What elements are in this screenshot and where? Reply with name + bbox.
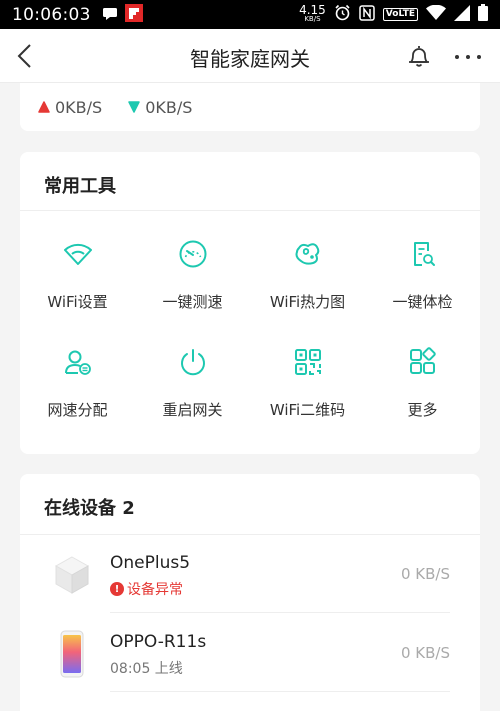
signal-icon	[454, 4, 470, 25]
tool-label: 网速分配	[47, 401, 108, 419]
divider	[110, 612, 450, 613]
online-devices-card: 在线设备 2 OnePlus5 ! 设备异常 0 KB/S OPPO-R11s …	[20, 474, 480, 711]
tool-label: 重启网关	[162, 401, 223, 419]
network-speed: 4.15 KB/S	[299, 2, 326, 23]
heatmap-icon	[291, 237, 325, 271]
tool-label: WiFi设置	[47, 293, 108, 311]
download-speed-value: 0KB/S	[145, 97, 193, 117]
device-row[interactable]: OnePlus5 ! 设备异常 0 KB/S	[20, 535, 480, 613]
user-allocation-icon	[61, 345, 95, 379]
title-bar: 智能家庭网关	[0, 29, 500, 83]
tool-wifi-qr-code[interactable]: WiFi二维码	[250, 345, 365, 420]
back-button[interactable]	[14, 43, 38, 69]
tool-speed-test[interactable]: 一键测速	[135, 237, 250, 312]
battery-icon	[478, 4, 488, 25]
upload-speed-value: 0KB/S	[55, 97, 103, 117]
tool-label: WiFi二维码	[269, 401, 346, 419]
divider	[110, 691, 450, 692]
device-status: 08:05 上线	[110, 658, 183, 678]
flipboard-icon	[124, 3, 143, 26]
bell-icon	[409, 46, 429, 67]
grid-more-icon	[406, 345, 440, 379]
device-status: ! 设备异常	[110, 579, 183, 599]
alarm-icon	[334, 4, 351, 25]
tool-health-check[interactable]: 一键体检	[365, 237, 480, 312]
tool-label: 一键体检	[392, 293, 453, 311]
device-status-text: 08:05 上线	[110, 661, 183, 677]
generic-device-icon	[50, 551, 94, 599]
tool-label: WiFi热力图	[269, 293, 346, 311]
power-icon	[176, 345, 210, 379]
device-speed: 0 KB/S	[400, 565, 450, 583]
speedometer-icon	[176, 237, 210, 271]
devices-title: 在线设备 2	[44, 498, 135, 519]
upload-speed: 0KB/S	[38, 98, 102, 117]
volte-icon: VoLTE	[382, 8, 418, 21]
notification-button[interactable]	[405, 42, 433, 70]
tools-card: 常用工具 WiFi设置 一键测速 WiFi热力图 一键体检 网速分配 重启网关 …	[20, 152, 480, 454]
tool-more[interactable]: 更多	[365, 345, 480, 420]
divider	[20, 210, 480, 211]
more-icon	[455, 55, 481, 59]
device-speed: 0 KB/S	[400, 644, 450, 662]
tool-speed-allocation[interactable]: 网速分配	[20, 345, 135, 420]
wifi-icon	[426, 4, 446, 25]
tool-label: 更多	[407, 401, 438, 419]
alert-icon: !	[110, 582, 124, 596]
more-button[interactable]	[452, 43, 484, 69]
tool-wifi-settings[interactable]: WiFi设置	[20, 237, 135, 312]
status-bar: 10:06:03 4.15 KB/S VoLTE	[0, 0, 500, 29]
tool-wifi-heatmap[interactable]: WiFi热力图	[250, 237, 365, 312]
qr-code-icon	[291, 345, 325, 379]
nfc-icon	[359, 4, 375, 25]
download-arrow-icon	[128, 101, 140, 113]
device-name: OPPO-R11s	[110, 632, 207, 652]
download-speed: 0KB/S	[128, 98, 192, 117]
phone-icon	[50, 630, 94, 678]
tool-label: 一键测速	[162, 293, 223, 311]
device-row[interactable]: OPPO-R11s 08:05 上线 0 KB/S	[20, 614, 480, 692]
back-arrow-icon	[17, 44, 31, 68]
status-time: 10:06:03	[12, 4, 91, 25]
wifi-icon	[61, 237, 95, 271]
checkup-icon	[406, 237, 440, 271]
device-name: OnePlus5	[110, 553, 191, 573]
upload-arrow-icon	[38, 101, 50, 113]
device-status-text: 设备异常	[127, 582, 183, 598]
tool-restart-gateway[interactable]: 重启网关	[135, 345, 250, 420]
tools-title: 常用工具	[44, 176, 116, 197]
chat-icon	[102, 5, 117, 24]
traffic-summary: 0KB/S 0KB/S	[20, 83, 480, 131]
